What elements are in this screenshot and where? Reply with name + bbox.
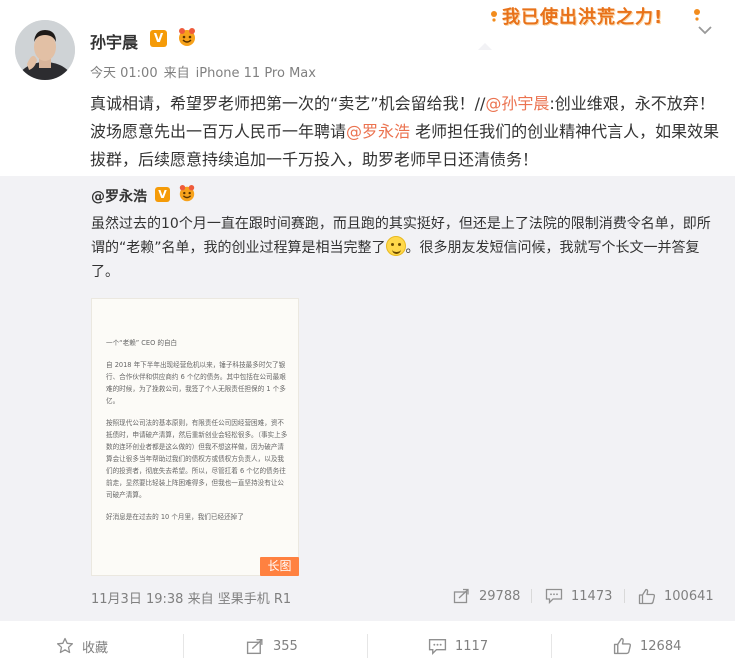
- mention-link[interactable]: @罗永浩: [346, 122, 410, 141]
- repost-source[interactable]: 坚果手机 R1: [218, 592, 291, 607]
- long-image-thumbnail[interactable]: 一个“老赖” CEO 的自白 自 2018 年下半年出现经营危机以来，锤子科技最…: [91, 298, 299, 576]
- verified-v-icon: V: [155, 187, 170, 202]
- repost-count: 355: [273, 638, 298, 654]
- source-prefix: 来自: [163, 66, 190, 81]
- verified-v-icon: V: [150, 30, 167, 47]
- doc-title: 一个“老赖” CEO 的自白: [106, 339, 178, 347]
- share-count: 29788: [479, 588, 521, 604]
- source-prefix: 来自: [187, 592, 214, 607]
- member-medal-icon: [177, 185, 197, 203]
- long-image-badge: 长图: [260, 557, 299, 576]
- repost-button[interactable]: 355: [246, 631, 298, 661]
- repost-date[interactable]: 11月3日 19:38: [91, 592, 183, 607]
- post-time[interactable]: 今天 01:00: [90, 66, 158, 81]
- post-source[interactable]: iPhone 11 Pro Max: [196, 66, 316, 81]
- comment-action-count: 1117: [455, 638, 489, 654]
- sticker-card-decoration: 我已使出洪荒之力!: [488, 0, 703, 32]
- like-count: 100641: [664, 588, 714, 604]
- comment-count: 11473: [571, 588, 613, 604]
- like-button[interactable]: 12684: [613, 631, 681, 661]
- post-text-part: 真诚相请，希望罗老师把第一次的“卖艺”机会留给我！: [90, 94, 475, 113]
- repost-separator: //: [474, 94, 486, 113]
- repost-share-stat[interactable]: 29788: [453, 586, 520, 606]
- thumbs-up-icon: [638, 588, 656, 604]
- doc-paragraph: 自 2018 年下半年出现经营危机以来，锤子科技最多时欠了银行、合作伙伴和供应商…: [106, 361, 286, 405]
- post-meta: 今天 01:00 来自 iPhone 11 Pro Max: [90, 62, 322, 81]
- mention-link[interactable]: @孙宇晨: [485, 94, 549, 113]
- post-text: 真诚相请，希望罗老师把第一次的“卖艺”机会留给我！//@孙宇晨:创业维艰，永不放…: [90, 90, 722, 174]
- star-icon: [56, 637, 74, 654]
- comment-button[interactable]: 1117: [428, 631, 488, 661]
- thumbs-up-icon: [613, 637, 632, 655]
- comment-icon: [545, 588, 563, 604]
- repost-text: 虽然过去的10个月一直在跟时间赛跑，而且跑的其实挺好，但还是上了法院的限制消费令…: [91, 212, 723, 284]
- post-action-bar: 收藏 355 1117 12684: [0, 620, 735, 672]
- favorite-button[interactable]: 收藏: [56, 631, 108, 661]
- doc-paragraph: 按照现代公司法的基本原则，有限责任公司因经营困难，资不抵债时，申请破产清算，然后…: [106, 419, 288, 499]
- doc-paragraph: 好消息是在过去的 10 个月里，我们已经还掉了: [106, 513, 244, 521]
- chevron-down-icon[interactable]: [696, 22, 714, 36]
- comment-icon: [428, 638, 447, 655]
- author-avatar[interactable]: [15, 20, 75, 80]
- repost-author[interactable]: @罗永浩: [91, 186, 147, 206]
- share-icon: [453, 588, 469, 604]
- sticker-text: 我已使出洪荒之力!: [502, 7, 664, 28]
- repost-meta: 11月3日 19:38 来自 坚果手机 R1: [91, 588, 291, 607]
- active-tab-indicator: [478, 43, 492, 50]
- share-icon: [246, 638, 263, 654]
- like-action-count: 12684: [640, 638, 682, 654]
- author-name[interactable]: 孙宇晨: [90, 29, 138, 53]
- favorite-label: 收藏: [82, 640, 109, 656]
- repost-like-stat[interactable]: 100641: [624, 586, 714, 606]
- smile-emoji-icon: [385, 236, 406, 256]
- repost-comment-stat[interactable]: 11473: [531, 586, 613, 606]
- weibo-post-card: 孙宇晨 V 今天 01:00 来自 iPhone 11 Pro Max 我已使出洪荒…: [0, 0, 735, 672]
- member-medal-icon: [176, 28, 198, 48]
